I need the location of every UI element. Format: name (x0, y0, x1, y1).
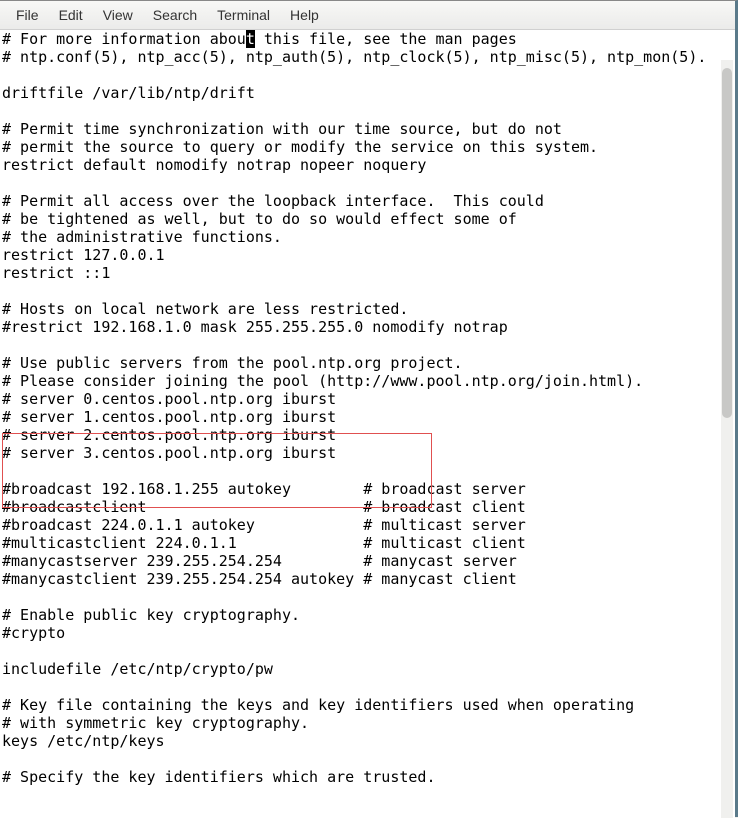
terminal-line (2, 66, 733, 84)
terminal-line: # server 0.centos.pool.ntp.org iburst (2, 390, 733, 408)
scrollbar[interactable] (721, 60, 733, 818)
terminal-line: #manycastserver 239.255.254.254 # manyca… (2, 552, 733, 570)
text-segment: this file, see the man pages (255, 30, 517, 48)
terminal-line: # Enable public key cryptography. (2, 606, 733, 624)
cursor: t (246, 30, 255, 48)
terminal-line: #restrict 192.168.1.0 mask 255.255.255.0… (2, 318, 733, 336)
menubar: File Edit View Search Terminal Help (0, 1, 735, 30)
terminal-line: keys /etc/ntp/keys (2, 732, 733, 750)
terminal-line (2, 750, 733, 768)
terminal-line: # the administrative functions. (2, 228, 733, 246)
terminal-line (2, 102, 733, 120)
terminal-line: # with symmetric key cryptography. (2, 714, 733, 732)
terminal-line: # Permit all access over the loopback in… (2, 192, 733, 210)
menu-file[interactable]: File (6, 5, 49, 25)
terminal-line (2, 642, 733, 660)
terminal-line: # server 3.centos.pool.ntp.org iburst (2, 444, 733, 462)
terminal-line (2, 336, 733, 354)
terminal-line: restrict 127.0.0.1 (2, 246, 733, 264)
terminal-line: #crypto (2, 624, 733, 642)
terminal-line: # ntp.conf(5), ntp_acc(5), ntp_auth(5), … (2, 48, 733, 66)
terminal-line: # Hosts on local network are less restri… (2, 300, 733, 318)
terminal-line: # Please consider joining the pool (http… (2, 372, 733, 390)
terminal-line: # For more information about this file, … (2, 30, 733, 48)
terminal-content[interactable]: # For more information about this file, … (0, 30, 735, 786)
terminal-line: # permit the source to query or modify t… (2, 138, 733, 156)
menu-help[interactable]: Help (280, 5, 329, 25)
terminal-line (2, 462, 733, 480)
terminal-line: restrict default nomodify notrap nopeer … (2, 156, 733, 174)
menu-terminal[interactable]: Terminal (207, 5, 280, 25)
terminal-line (2, 588, 733, 606)
terminal-line (2, 282, 733, 300)
terminal-line: # Key file containing the keys and key i… (2, 696, 733, 714)
menu-search[interactable]: Search (143, 5, 207, 25)
terminal-line: # Permit time synchronization with our t… (2, 120, 733, 138)
terminal-line: #broadcast 192.168.1.255 autokey # broad… (2, 480, 733, 498)
terminal-line: #broadcast 224.0.1.1 autokey # multicast… (2, 516, 733, 534)
terminal-line (2, 174, 733, 192)
scrollbar-thumb[interactable] (722, 68, 732, 418)
terminal-line: restrict ::1 (2, 264, 733, 282)
text-segment: # For more information abou (2, 30, 246, 48)
menu-view[interactable]: View (93, 5, 143, 25)
terminal-line: # Use public servers from the pool.ntp.o… (2, 354, 733, 372)
terminal-line: # Specify the key identifiers which are … (2, 768, 733, 786)
terminal-area[interactable]: # For more information about this file, … (0, 30, 735, 818)
terminal-line (2, 678, 733, 696)
terminal-line: driftfile /var/lib/ntp/drift (2, 84, 733, 102)
terminal-line: # server 1.centos.pool.ntp.org iburst (2, 408, 733, 426)
terminal-line: # server 2.centos.pool.ntp.org iburst (2, 426, 733, 444)
terminal-line: #broadcastclient # broadcast client (2, 498, 733, 516)
menu-edit[interactable]: Edit (49, 5, 93, 25)
terminal-line: # be tightened as well, but to do so wou… (2, 210, 733, 228)
terminal-line: includefile /etc/ntp/crypto/pw (2, 660, 733, 678)
terminal-line: #manycastclient 239.255.254.254 autokey … (2, 570, 733, 588)
terminal-line: #multicastclient 224.0.1.1 # multicast c… (2, 534, 733, 552)
